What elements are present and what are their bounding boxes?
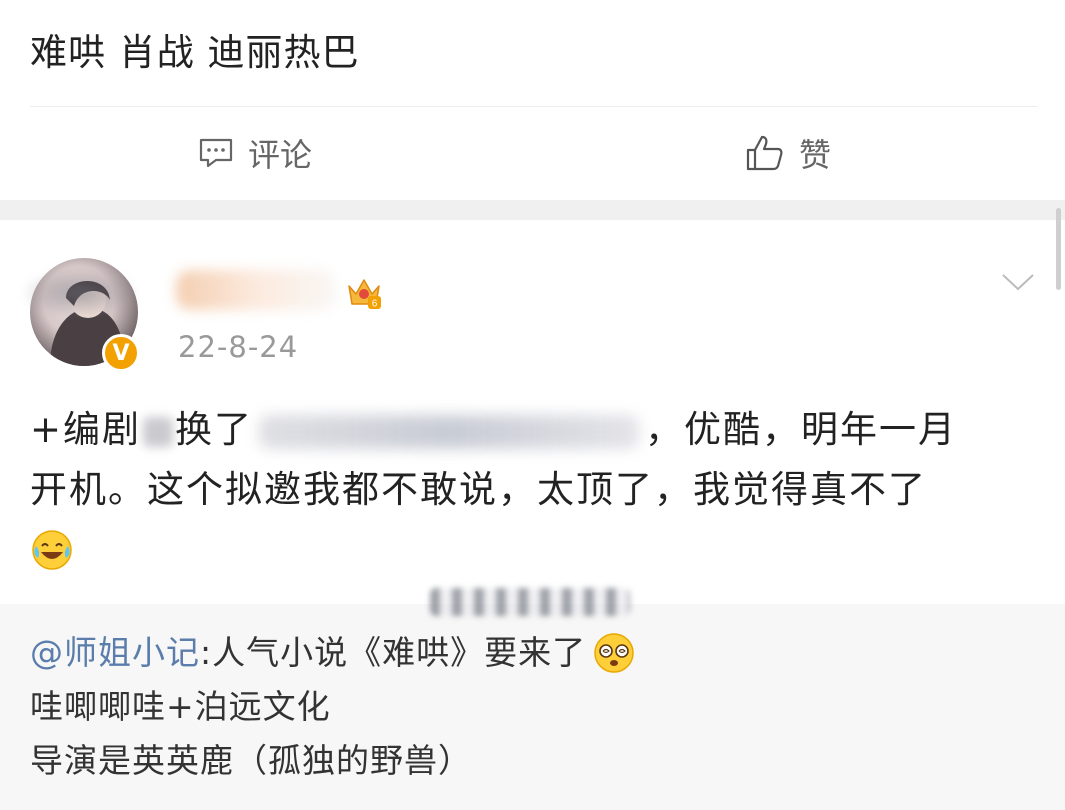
avatar-privacy-blur [20,268,140,318]
quote-line-1: @师姐小记:人气小说《难哄》要来了 [30,626,636,680]
quote-line-2: 哇唧唧哇+泊远文化 [30,687,331,726]
redaction-blur [259,414,640,449]
comment-icon [199,138,233,168]
thumbs-up-icon [746,135,783,171]
quote-body: @师姐小记:人气小说《难哄》要来了 哇唧唧哇+泊远文化 导演是英英鹿（孤独的野兽… [30,626,636,788]
post-body: +编剧 换了 ，优酷，明年一月 开机。这个拟邀我都不敢说，太顶了，我觉得真不了 [30,400,1040,580]
dizzy-face-emoji-icon [594,633,634,673]
like-label: 赞 [799,136,832,174]
svg-text:6: 6 [372,299,378,310]
comment-button[interactable]: 评论 [198,128,312,178]
verified-badge: V [102,334,140,372]
username-redacted[interactable] [176,270,336,310]
card-separator [0,200,1065,220]
redaction-blur [143,416,174,447]
mention-link[interactable]: @师姐小记 [30,626,200,680]
previous-post-card: 难哄 肖战 迪丽热巴 评论 赞 [0,0,1065,200]
chevron-down-icon[interactable] [1001,272,1035,292]
quote-line-3: 导演是英英鹿（孤独的野兽） [30,741,472,780]
scrollbar[interactable] [1056,208,1061,290]
post-line-2: 开机。这个拟邀我都不敢说，太顶了，我觉得真不了 [30,468,927,511]
repost-redacted [430,588,630,616]
crown-level-icon: 6 [348,279,381,310]
comment-label: 评论 [248,136,313,174]
like-button[interactable]: 赞 [745,128,831,178]
previous-post-text: 难哄 肖战 迪丽热巴 [30,31,360,74]
post-line-1: +编剧 换了 ，优酷，明年一月 [30,408,958,451]
laughing-crying-emoji-icon [32,530,72,570]
post-date: 22-8-24 [178,330,299,364]
action-divider [30,106,1037,107]
